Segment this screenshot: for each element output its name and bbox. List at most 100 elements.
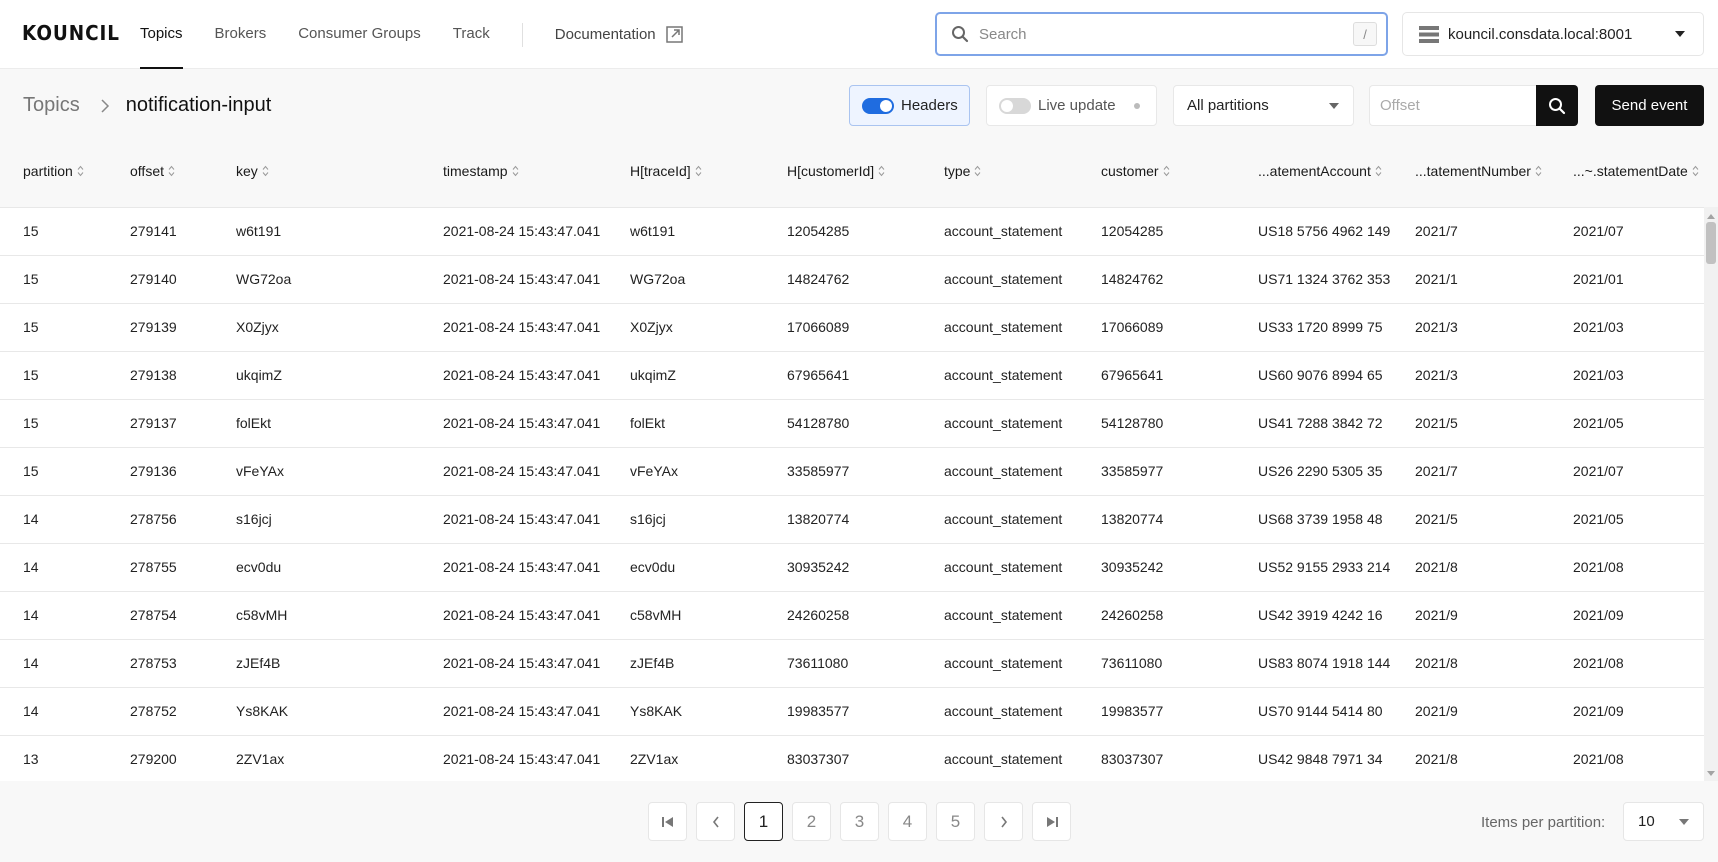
table-row[interactable]: 14 278752 Ys8KAK 2021-08-24 15:43:47.041 Ys8… bbox=[0, 688, 1704, 736]
offset-input[interactable] bbox=[1380, 97, 1520, 114]
table-row[interactable]: 13 279200 2ZV1ax 2021-08-24 15:43:47.041 2ZV… bbox=[0, 736, 1704, 781]
top-navbar: KOUNCIL Topics Brokers Consumer Groups T… bbox=[0, 0, 1718, 69]
documentation-label: Documentation bbox=[554, 26, 656, 43]
nav-item-track[interactable]: Track bbox=[453, 0, 490, 69]
cell-statement-number: 2021/5 bbox=[1415, 511, 1458, 527]
items-per-partition-select[interactable]: 10 bbox=[1623, 802, 1704, 841]
nav-item-consumer-groups[interactable]: Consumer Groups bbox=[298, 0, 421, 69]
offset-field[interactable] bbox=[1369, 85, 1536, 126]
cell-timestamp: 2021-08-24 15:43:47.041 bbox=[443, 511, 601, 527]
table-row[interactable]: 14 278754 c58vMH 2021-08-24 15:43:47.041 c58… bbox=[0, 592, 1704, 640]
previous-page-button[interactable] bbox=[696, 802, 735, 841]
cell-partition: 15 bbox=[23, 319, 39, 335]
partitions-select[interactable]: All partitions bbox=[1173, 85, 1354, 126]
send-event-button[interactable]: Send event bbox=[1595, 85, 1704, 126]
table-header: partition offset key timestamp H[traceId] H[c… bbox=[0, 141, 1718, 207]
cell-h-customer-id: 24260258 bbox=[787, 607, 850, 623]
cell-h-trace-id: w6t191 bbox=[630, 223, 676, 239]
column-header-statement-number[interactable]: ...tatementNumber bbox=[1415, 163, 1542, 179]
search-box[interactable]: / bbox=[935, 12, 1388, 56]
column-header-customer[interactable]: customer bbox=[1101, 163, 1170, 179]
cell-customer: 14824762 bbox=[1101, 271, 1164, 287]
cell-partition: 15 bbox=[23, 463, 39, 479]
cell-partition: 14 bbox=[23, 559, 39, 575]
table-row[interactable]: 14 278756 s16jcj 2021-08-24 15:43:47.041 s16… bbox=[0, 496, 1704, 544]
table-row[interactable]: 15 279141 w6t191 2021-08-24 15:43:47.041 w6t… bbox=[0, 208, 1704, 256]
scrollbar-thumb[interactable] bbox=[1706, 222, 1716, 264]
cell-key: X0Zjyx bbox=[236, 319, 279, 335]
chevron-down-icon bbox=[1329, 102, 1339, 109]
sort-icon bbox=[77, 165, 84, 177]
next-page-button[interactable] bbox=[984, 802, 1023, 841]
cell-statement-number: 2021/8 bbox=[1415, 559, 1458, 575]
sort-icon bbox=[1375, 165, 1382, 177]
nav-item-topics[interactable]: Topics bbox=[140, 0, 183, 69]
table-row[interactable]: 15 279139 X0Zjyx 2021-08-24 15:43:47.041 X0Z… bbox=[0, 304, 1704, 352]
cell-statement-account: US60 9076 8994 65 bbox=[1258, 367, 1383, 383]
cell-h-trace-id: Ys8KAK bbox=[630, 703, 683, 719]
cell-h-customer-id: 19983577 bbox=[787, 703, 850, 719]
items-per-partition-label: Items per partition: bbox=[1481, 814, 1606, 831]
cell-statement-date: 2021/09 bbox=[1573, 703, 1624, 719]
app-logo[interactable]: KOUNCIL bbox=[22, 21, 120, 45]
search-input[interactable] bbox=[979, 25, 1353, 43]
cell-statement-account: US18 5756 4962 149 bbox=[1258, 223, 1390, 239]
server-selector[interactable]: kouncil.consdata.local:8001 bbox=[1402, 12, 1704, 56]
cell-h-customer-id: 30935242 bbox=[787, 559, 850, 575]
offset-search-button[interactable] bbox=[1536, 85, 1578, 126]
chevron-right-icon bbox=[101, 98, 109, 113]
cell-offset: 278756 bbox=[130, 511, 177, 527]
column-header-partition[interactable]: partition bbox=[23, 163, 84, 179]
column-header-type[interactable]: type bbox=[944, 163, 981, 179]
partitions-selected-value: All partitions bbox=[1187, 97, 1269, 114]
headers-toggle-switch[interactable] bbox=[862, 97, 894, 114]
table-row[interactable]: 14 278755 ecv0du 2021-08-24 15:43:47.041 ecv… bbox=[0, 544, 1704, 592]
cell-offset: 279140 bbox=[130, 271, 177, 287]
documentation-link[interactable]: Documentation bbox=[555, 26, 683, 43]
column-header-offset[interactable]: offset bbox=[130, 163, 175, 179]
cell-customer: 83037307 bbox=[1101, 751, 1164, 767]
cell-statement-number: 2021/8 bbox=[1415, 655, 1458, 671]
cell-offset: 278753 bbox=[130, 655, 177, 671]
cell-h-trace-id: X0Zjyx bbox=[630, 319, 673, 335]
table-row[interactable]: 15 279140 WG72oa 2021-08-24 15:43:47.041 WG7… bbox=[0, 256, 1704, 304]
sort-icon bbox=[262, 165, 269, 177]
table-row[interactable]: 15 279137 folEkt 2021-08-24 15:43:47.041 fol… bbox=[0, 400, 1704, 448]
page-button-2[interactable]: 2 bbox=[792, 802, 831, 841]
nav-item-brokers[interactable]: Brokers bbox=[215, 0, 267, 69]
breadcrumb-topics[interactable]: Topics bbox=[23, 94, 80, 117]
live-update-toggle-button[interactable]: Live update bbox=[986, 85, 1157, 126]
page-button-3[interactable]: 3 bbox=[840, 802, 879, 841]
live-update-toggle-switch[interactable] bbox=[999, 97, 1031, 114]
cell-timestamp: 2021-08-24 15:43:47.041 bbox=[443, 703, 601, 719]
page-button-1[interactable]: 1 bbox=[744, 802, 783, 841]
page-button-4[interactable]: 4 bbox=[888, 802, 927, 841]
table-row[interactable]: 15 279138 ukqimZ 2021-08-24 15:43:47.041 ukq… bbox=[0, 352, 1704, 400]
cell-type: account_statement bbox=[944, 751, 1063, 767]
column-header-statement-account[interactable]: ...atementAccount bbox=[1258, 163, 1382, 179]
column-header-label: ...~.statementDate bbox=[1573, 163, 1688, 179]
cell-partition: 15 bbox=[23, 415, 39, 431]
table-row[interactable]: 15 279136 vFeYAx 2021-08-24 15:43:47.041 vFe… bbox=[0, 448, 1704, 496]
column-header-h-customer-id[interactable]: H[customerId] bbox=[787, 163, 885, 179]
table-scrollbar[interactable] bbox=[1704, 207, 1718, 781]
cell-offset: 279138 bbox=[130, 367, 177, 383]
breadcrumb-current-topic: notification-input bbox=[125, 94, 272, 116]
cell-partition: 14 bbox=[23, 607, 39, 623]
column-header-statement-date[interactable]: ...~.statementDate bbox=[1573, 163, 1699, 179]
column-header-h-trace-id[interactable]: H[traceId] bbox=[630, 163, 702, 179]
cell-type: account_statement bbox=[944, 223, 1063, 239]
column-header-key[interactable]: key bbox=[236, 163, 269, 179]
column-header-timestamp[interactable]: timestamp bbox=[443, 163, 519, 179]
cell-offset: 279200 bbox=[130, 751, 177, 767]
page-button-5[interactable]: 5 bbox=[936, 802, 975, 841]
last-page-button[interactable] bbox=[1032, 802, 1071, 841]
scroll-up-arrow-icon[interactable] bbox=[1707, 214, 1715, 219]
headers-toggle-button[interactable]: Headers bbox=[849, 85, 970, 126]
cell-statement-date: 2021/09 bbox=[1573, 607, 1624, 623]
table-row[interactable]: 14 278753 zJEf4B 2021-08-24 15:43:47.041 zJE… bbox=[0, 640, 1704, 688]
scroll-down-arrow-icon[interactable] bbox=[1707, 771, 1715, 776]
first-page-button[interactable] bbox=[648, 802, 687, 841]
nav-divider bbox=[521, 22, 523, 47]
cell-statement-number: 2021/5 bbox=[1415, 415, 1458, 431]
